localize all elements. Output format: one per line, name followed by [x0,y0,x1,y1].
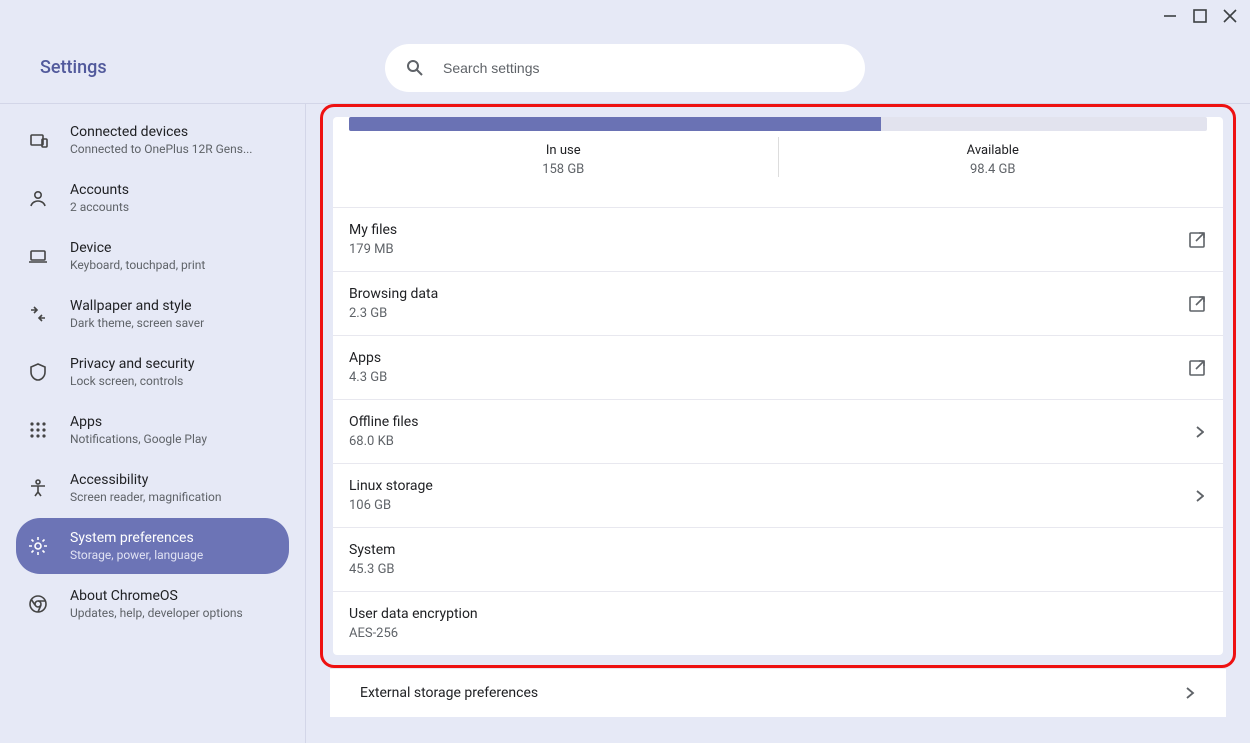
sidebar-item-sub: Lock screen, controls [70,374,277,388]
row-title: User data encryption [349,606,1207,622]
row-external-storage[interactable]: External storage preferences [330,668,1226,717]
storage-row[interactable]: Linux storage 106 GB [333,463,1223,527]
sidebar-item-sub: Screen reader, magnification [70,490,277,504]
sidebar-item-wallpaper[interactable]: Wallpaper and style Dark theme, screen s… [16,286,289,342]
sidebar-item-label: System preferences [70,530,277,546]
window-close-button[interactable] [1218,4,1242,28]
sidebar: Connected devices Connected to OnePlus 1… [0,104,306,743]
row-title: External storage preferences [360,685,1180,701]
highlight-annotation: In use 158 GB Available 98.4 GB My files… [320,104,1236,668]
sidebar-item-sub: Connected to OnePlus 12R Gens... [70,142,277,156]
row-title: My files [349,222,1187,238]
storage-card: In use 158 GB Available 98.4 GB My files… [333,117,1223,655]
chevron-right-icon [1187,486,1207,506]
storage-row: User data encryption AES-256 [333,591,1223,655]
row-sub: 2.3 GB [349,306,1187,321]
legend-available: Available 98.4 GB [778,137,1208,177]
chevron-right-icon [1180,683,1196,703]
sidebar-item-privacy[interactable]: Privacy and security Lock screen, contro… [16,344,289,400]
storage-bar-fill [349,117,881,131]
sidebar-item-device[interactable]: Device Keyboard, touchpad, print [16,228,289,284]
sidebar-item-label: Wallpaper and style [70,298,277,314]
row-title: Offline files [349,414,1187,430]
sidebar-item-sub: Dark theme, screen saver [70,316,277,330]
window-maximize-button[interactable] [1188,4,1212,28]
open-external-icon [1187,230,1207,250]
row-title: Linux storage [349,478,1187,494]
search-bar[interactable] [385,44,865,92]
accessibility-icon [28,478,48,498]
storage-legend: In use 158 GB Available 98.4 GB [349,137,1207,177]
sidebar-item-label: Privacy and security [70,356,277,372]
apps-icon [28,420,48,440]
legend-value: 98.4 GB [779,162,1208,177]
row-sub: AES-256 [349,626,1207,641]
storage-row: System 45.3 GB [333,527,1223,591]
storage-summary: In use 158 GB Available 98.4 GB [333,117,1223,207]
legend-label: Available [779,143,1208,158]
legend-value: 158 GB [349,162,778,177]
open-external-icon [1187,294,1207,314]
sidebar-item-label: Accounts [70,182,277,198]
row-title: Apps [349,350,1187,366]
account-icon [28,188,48,208]
row-sub: 45.3 GB [349,562,1207,577]
row-sub: 68.0 KB [349,434,1187,449]
sidebar-item-label: Accessibility [70,472,277,488]
row-title: System [349,542,1207,558]
legend-label: In use [349,143,778,158]
sidebar-item-label: About ChromeOS [70,588,277,604]
storage-row[interactable]: My files 179 MB [333,207,1223,271]
sidebar-item-accessibility[interactable]: Accessibility Screen reader, magnificati… [16,460,289,516]
storage-row[interactable]: Offline files 68.0 KB [333,399,1223,463]
wallpaper-icon [28,304,48,324]
chrome-icon [28,594,48,614]
search-input[interactable] [443,60,845,76]
sidebar-item-connected-devices[interactable]: Connected devices Connected to OnePlus 1… [16,112,289,168]
sidebar-item-sub: Keyboard, touchpad, print [70,258,277,272]
row-sub: 106 GB [349,498,1187,513]
sidebar-item-sub: 2 accounts [70,200,277,214]
shield-icon [28,362,48,382]
row-sub: 179 MB [349,242,1187,257]
sidebar-item-label: Connected devices [70,124,277,140]
laptop-icon [28,246,48,266]
storage-row[interactable]: Apps 4.3 GB [333,335,1223,399]
gear-icon [28,536,48,556]
search-icon [405,58,425,78]
sidebar-item-label: Apps [70,414,277,430]
window-minimize-button[interactable] [1158,4,1182,28]
storage-row[interactable]: Browsing data 2.3 GB [333,271,1223,335]
sidebar-item-label: Device [70,240,277,256]
row-title: Browsing data [349,286,1187,302]
open-external-icon [1187,358,1207,378]
sidebar-item-system-preferences[interactable]: System preferences Storage, power, langu… [16,518,289,574]
sidebar-item-sub: Storage, power, language [70,548,277,562]
sidebar-item-apps[interactable]: Apps Notifications, Google Play [16,402,289,458]
sidebar-item-about[interactable]: About ChromeOS Updates, help, developer … [16,576,289,632]
storage-rows: My files 179 MB Browsing data 2.3 GB Apps 4.3… [333,207,1223,655]
storage-bar [349,117,1207,131]
app-title: Settings [40,57,107,78]
content-area: In use 158 GB Available 98.4 GB My files… [306,104,1250,743]
row-sub: 4.3 GB [349,370,1187,385]
sidebar-item-sub: Updates, help, developer options [70,606,277,620]
app-header: Settings [0,32,1250,104]
sidebar-item-accounts[interactable]: Accounts 2 accounts [16,170,289,226]
chevron-right-icon [1187,422,1207,442]
sidebar-item-sub: Notifications, Google Play [70,432,277,446]
legend-in-use: In use 158 GB [349,137,778,177]
window-titlebar [0,0,1250,32]
devices-icon [28,130,48,150]
